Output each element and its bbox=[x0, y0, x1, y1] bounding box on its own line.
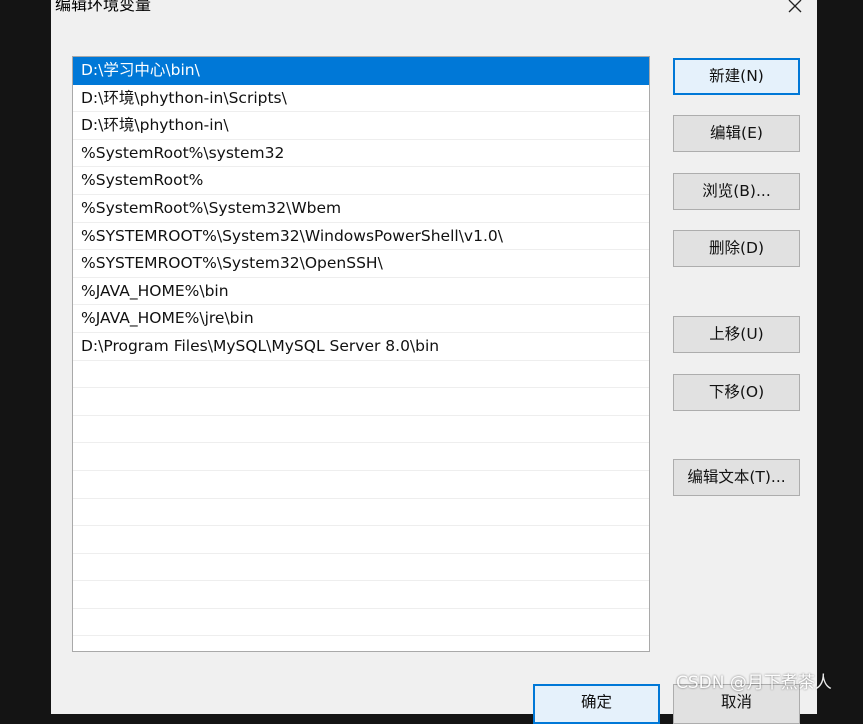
close-button[interactable] bbox=[771, 0, 817, 16]
edit-env-var-dialog: 编辑环境变量 D:\学习中心\bin\ D:\环境\phython-in\Scr… bbox=[51, 0, 817, 724]
path-listbox[interactable]: D:\学习中心\bin\ D:\环境\phython-in\Scripts\ D… bbox=[72, 56, 650, 652]
edit-text-button[interactable]: 编辑文本(T)... bbox=[673, 459, 800, 496]
path-row[interactable]: %SYSTEMROOT%\System32\OpenSSH\ bbox=[73, 250, 649, 278]
empty-row[interactable] bbox=[73, 416, 649, 444]
empty-row[interactable] bbox=[73, 499, 649, 527]
close-icon bbox=[788, 0, 802, 13]
empty-row[interactable] bbox=[73, 581, 649, 609]
path-row[interactable]: %SystemRoot%\system32 bbox=[73, 140, 649, 168]
empty-row[interactable] bbox=[73, 526, 649, 554]
new-button[interactable]: 新建(N) bbox=[673, 58, 800, 95]
move-up-button[interactable]: 上移(U) bbox=[673, 316, 800, 353]
edit-button[interactable]: 编辑(E) bbox=[673, 115, 800, 152]
path-row[interactable]: D:\Program Files\MySQL\MySQL Server 8.0\… bbox=[73, 333, 649, 361]
path-row[interactable]: D:\环境\phython-in\Scripts\ bbox=[73, 85, 649, 113]
move-down-button[interactable]: 下移(O) bbox=[673, 374, 800, 411]
csdn-watermark: CSDN @月下煮茶人 bbox=[676, 673, 832, 693]
empty-row[interactable] bbox=[73, 554, 649, 582]
path-row[interactable]: %JAVA_HOME%\bin bbox=[73, 278, 649, 306]
path-row[interactable]: %SystemRoot%\System32\Wbem bbox=[73, 195, 649, 223]
path-row[interactable]: %SystemRoot% bbox=[73, 167, 649, 195]
empty-row[interactable] bbox=[73, 471, 649, 499]
path-row[interactable]: %JAVA_HOME%\jre\bin bbox=[73, 305, 649, 333]
dialog-title: 编辑环境变量 bbox=[55, 0, 152, 14]
ok-button[interactable]: 确定 bbox=[533, 684, 660, 724]
empty-row[interactable] bbox=[73, 361, 649, 389]
empty-row[interactable] bbox=[73, 443, 649, 471]
empty-row[interactable] bbox=[73, 609, 649, 637]
path-row[interactable]: %SYSTEMROOT%\System32\WindowsPowerShell\… bbox=[73, 223, 649, 251]
path-row[interactable]: D:\环境\phython-in\ bbox=[73, 112, 649, 140]
empty-row[interactable] bbox=[73, 388, 649, 416]
path-row[interactable]: D:\学习中心\bin\ bbox=[73, 57, 649, 85]
delete-button[interactable]: 删除(D) bbox=[673, 230, 800, 267]
browse-button[interactable]: 浏览(B)... bbox=[673, 173, 800, 210]
